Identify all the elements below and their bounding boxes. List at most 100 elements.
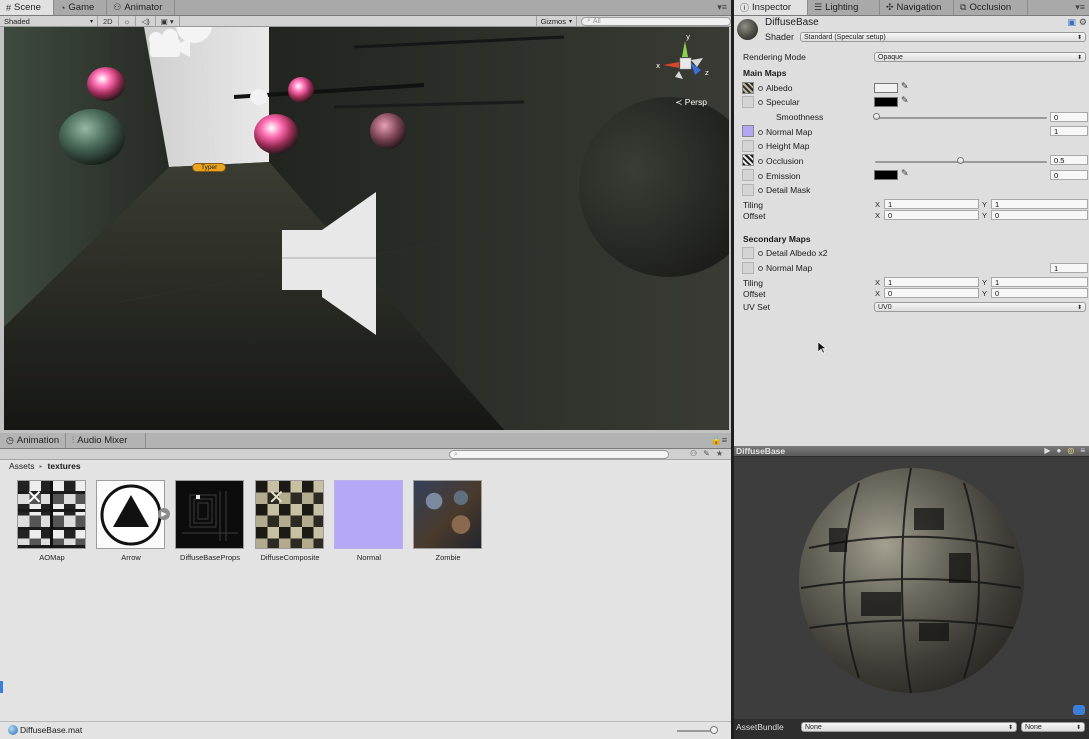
scroll-indicator[interactable] bbox=[0, 681, 3, 693]
orientation-gizmo[interactable]: y x z bbox=[655, 33, 715, 93]
occlusion-slider-knob[interactable] bbox=[957, 157, 964, 164]
favorite-star-icon[interactable]: ★ bbox=[716, 449, 723, 458]
secondary-offset-x-label: X bbox=[875, 289, 881, 298]
sphere-panel-lines bbox=[800, 468, 1022, 693]
preview-shape-icon[interactable]: ● bbox=[1057, 446, 1062, 455]
tiling-y-field[interactable]: 1 bbox=[991, 199, 1088, 209]
emission-texture-slot[interactable] bbox=[742, 169, 754, 181]
scene-tabbar: # Scene ◔ Game ⚇ Animator ▾≡ bbox=[0, 0, 731, 16]
shader-dropdown[interactable]: Standard (Specular setup) ⬍ bbox=[800, 32, 1086, 42]
asset-bundle-dropdown[interactable]: None ⬍ bbox=[801, 722, 1017, 732]
asset-bundle-value: None bbox=[805, 723, 822, 731]
smoothness-slider[interactable] bbox=[875, 117, 1047, 119]
occlusion-field[interactable]: 0.5 bbox=[1050, 155, 1088, 165]
tab-navigation[interactable]: ✣ Navigation bbox=[880, 0, 954, 15]
panel-menu-icon[interactable]: ≡ bbox=[1080, 446, 1085, 455]
secondary-normal-scale-field[interactable]: 1 bbox=[1050, 263, 1088, 273]
scene-viewport[interactable]: y x z ≺ Persp Typer bbox=[4, 27, 729, 430]
asset-normal[interactable]: Normal bbox=[334, 480, 404, 562]
tiling-label: Tiling bbox=[743, 200, 763, 210]
circle-icon bbox=[758, 144, 763, 150]
audio-toggle-icon[interactable]: ◁) bbox=[136, 15, 156, 27]
thumbnail-size-slider[interactable] bbox=[677, 730, 713, 732]
albedo-texture-slot[interactable] bbox=[742, 82, 754, 94]
smoothness-slider-knob[interactable] bbox=[873, 113, 880, 120]
project-search-input[interactable]: ⌕ bbox=[449, 450, 669, 459]
albedo-color-swatch[interactable] bbox=[874, 83, 898, 93]
detail-mask-texture-slot[interactable] bbox=[742, 184, 754, 196]
panel-menu-icon[interactable]: ▾≡ bbox=[1071, 0, 1089, 15]
asset-arrow[interactable]: ▶ Arrow bbox=[96, 480, 170, 562]
tab-inspector[interactable]: ⓘ Inspector bbox=[734, 0, 808, 15]
play-icon[interactable]: ▶ bbox=[1044, 446, 1050, 455]
specular-color-swatch[interactable] bbox=[874, 97, 898, 107]
tab-animation[interactable]: ◷ Animation bbox=[0, 433, 66, 448]
tab-game-label: Game bbox=[68, 2, 95, 13]
selected-object-label[interactable]: Typer bbox=[192, 163, 227, 172]
secondary-offset-x-field[interactable]: 0 bbox=[884, 288, 979, 298]
tiling-x-field[interactable]: 1 bbox=[884, 199, 979, 209]
height-map-texture-slot[interactable] bbox=[742, 140, 754, 152]
emission-field[interactable]: 0 bbox=[1050, 170, 1088, 180]
specular-texture-slot[interactable] bbox=[742, 96, 754, 108]
asset-labels-icon[interactable] bbox=[1073, 705, 1085, 715]
breadcrumb-assets[interactable]: Assets bbox=[9, 461, 35, 471]
preview-sphere[interactable] bbox=[799, 468, 1024, 693]
offset-x-field[interactable]: 0 bbox=[884, 210, 979, 220]
tab-lighting[interactable]: ☰ Lighting bbox=[808, 0, 880, 15]
filter-label-icon[interactable]: ✎ bbox=[703, 449, 710, 458]
projection-mode-label[interactable]: ≺ Persp bbox=[675, 97, 707, 108]
help-book-icon[interactable]: ▣ bbox=[1067, 17, 1076, 28]
tab-scene[interactable]: # Scene bbox=[0, 0, 54, 15]
asset-diffusebaseprops[interactable]: DiffuseBaseProps bbox=[175, 480, 245, 562]
panel-menu-icon[interactable]: ▾≡ bbox=[713, 0, 731, 15]
eyedropper-icon[interactable]: ✎ bbox=[901, 81, 909, 92]
normal-map-texture-slot[interactable] bbox=[742, 125, 754, 137]
gear-icon[interactable]: ⚙ bbox=[1079, 17, 1087, 28]
preview-light-icon[interactable]: ◎ bbox=[1067, 446, 1074, 455]
inspector-tabbar: ⓘ Inspector ☰ Lighting ✣ Navigation ⧉ Oc… bbox=[734, 0, 1089, 16]
expand-arrow-icon[interactable]: ▶ bbox=[158, 508, 170, 520]
tab-occlusion[interactable]: ⧉ Occlusion bbox=[954, 0, 1028, 15]
secondary-tiling-y-label: Y bbox=[982, 278, 988, 287]
chevron-updown-icon: ⬍ bbox=[1075, 724, 1081, 731]
effects-dropdown-icon[interactable]: ▣ ▾ bbox=[156, 15, 180, 27]
scene-search-input[interactable]: ⌕ All bbox=[581, 16, 731, 26]
lighting-toggle-icon[interactable]: ☼ bbox=[119, 15, 137, 27]
normal-map-scale-field[interactable]: 1 bbox=[1050, 126, 1088, 136]
gizmos-dropdown[interactable]: Gizmos ▾ bbox=[535, 15, 577, 27]
asset-zombie[interactable]: Zombie bbox=[413, 480, 483, 562]
breadcrumb-textures[interactable]: textures bbox=[48, 461, 81, 471]
smoothness-field[interactable]: 0 bbox=[1050, 112, 1088, 122]
secondary-tiling-x-field[interactable]: 1 bbox=[884, 277, 979, 287]
panel-lock-menu-icon[interactable]: 🔒≡ bbox=[707, 433, 731, 448]
asset-bundle-variant-dropdown[interactable]: None ⬍ bbox=[1021, 722, 1085, 732]
chevron-updown-icon: ⬍ bbox=[1007, 724, 1013, 731]
emission-label: Emission bbox=[758, 171, 800, 181]
height-map-label: Height Map bbox=[758, 141, 809, 151]
occlusion-texture-slot[interactable] bbox=[742, 154, 754, 166]
uv-set-dropdown[interactable]: UV0 ⬍ bbox=[874, 302, 1086, 312]
draw-mode-dropdown[interactable]: Shaded ▾ bbox=[0, 15, 98, 27]
eyedropper-icon[interactable]: ✎ bbox=[901, 168, 909, 179]
tab-animator[interactable]: ⚇ Animator bbox=[107, 0, 176, 15]
offset-y-field[interactable]: 0 bbox=[991, 210, 1088, 220]
tab-game[interactable]: ◔ Game bbox=[54, 0, 108, 15]
secondary-normal-texture-slot[interactable] bbox=[742, 262, 754, 274]
detail-albedo-texture-slot[interactable] bbox=[742, 247, 754, 259]
mode-2d-button[interactable]: 2D bbox=[98, 15, 119, 27]
tab-audio-mixer[interactable]: ⫶ Audio Mixer bbox=[66, 433, 146, 448]
asset-aomap[interactable]: ✕ AOMap bbox=[17, 480, 87, 562]
rendering-mode-label: Rendering Mode bbox=[743, 52, 806, 62]
filter-type-icon[interactable]: ⚇ bbox=[690, 449, 697, 458]
secondary-offset-y-field[interactable]: 0 bbox=[991, 288, 1088, 298]
emission-color-swatch[interactable] bbox=[874, 170, 898, 180]
tab-navigation-label: Navigation bbox=[896, 2, 942, 13]
thumbnail-size-slider-knob[interactable] bbox=[710, 726, 718, 734]
asset-diffusecomposite[interactable]: ✕ DiffuseComposite bbox=[255, 480, 325, 562]
rendering-mode-dropdown[interactable]: Opaque ⬍ bbox=[874, 52, 1086, 62]
secondary-maps-title: Secondary Maps bbox=[743, 234, 811, 244]
eyedropper-icon[interactable]: ✎ bbox=[901, 95, 909, 106]
height-map-label-text: Height Map bbox=[766, 141, 810, 151]
secondary-tiling-y-field[interactable]: 1 bbox=[991, 277, 1088, 287]
